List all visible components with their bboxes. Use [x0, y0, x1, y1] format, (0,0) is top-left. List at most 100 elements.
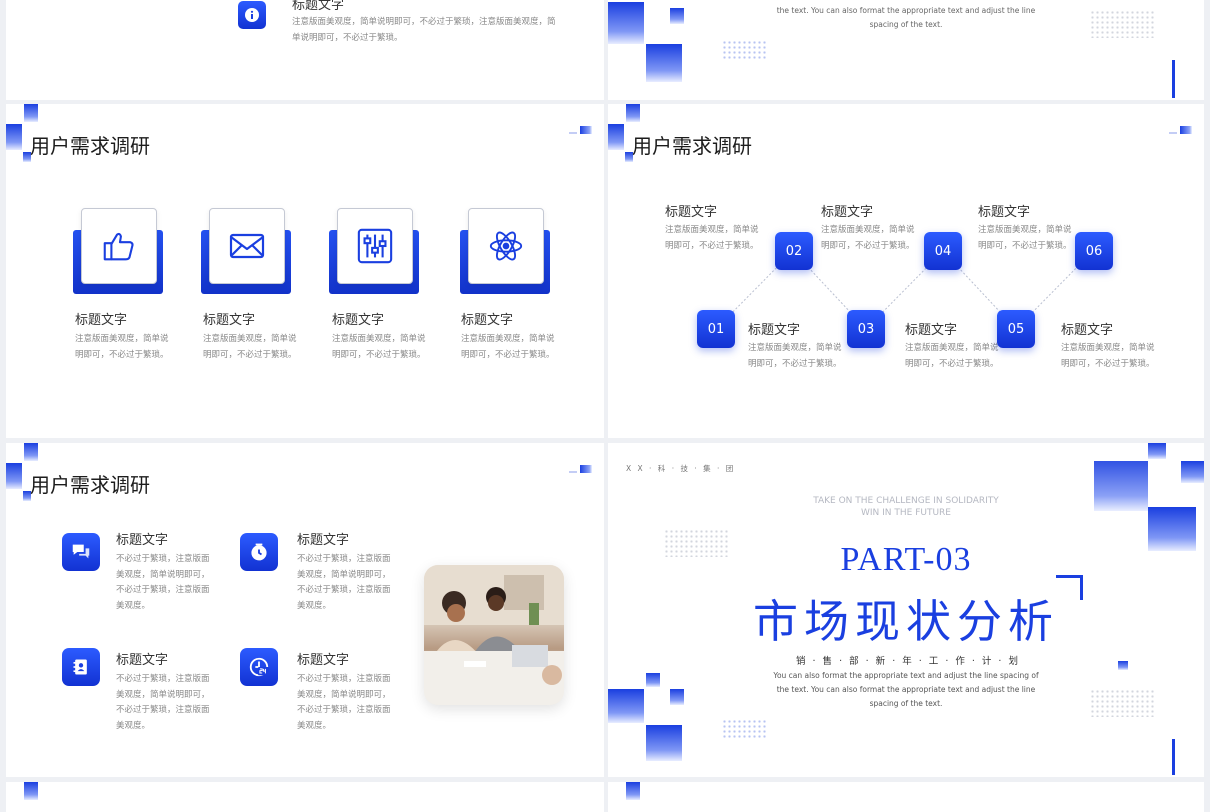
atom-icon [489, 231, 523, 261]
slide-title: 用户需求调研 [30, 134, 150, 158]
item-description: 不必过于繁琐，注意版面美观度，简单说明即可，不必过于繁琐，注意版面美观度。 [297, 674, 391, 731]
item-description: 注意版面美观度，简单说明即可，不必过于繁琐，注意版面美观度，简单说明即可，不必过… [292, 17, 556, 43]
tagline: TAKE ON THE CHALLENGE IN SOLIDARITY WIN … [788, 495, 1024, 519]
slide-5: 用户需求调研 标题文字 不必过于繁琐，注意版面美观度，简单说明即可，不必过于繁琐… [6, 443, 604, 777]
card-icon-tile [468, 208, 544, 284]
icon-box [240, 533, 278, 571]
decor-dash [569, 471, 577, 473]
contact-book-icon [73, 659, 87, 675]
card-icon-tile [209, 208, 285, 284]
decor-square [646, 725, 682, 761]
slide-2: the text. You can also format the approp… [608, 0, 1204, 100]
decor-bar [1172, 60, 1175, 98]
team-meeting-photo [424, 565, 564, 705]
card-title: 标题文字 [75, 313, 128, 328]
decor-square [1094, 461, 1148, 511]
english-description: the text. You can also format the approp… [758, 4, 1054, 32]
item-description: 不必过于繁琐，注意版面美观度，简单说明即可，不必过于繁琐，注意版面美观度。 [116, 674, 210, 731]
step-number-02: 02 [775, 232, 813, 270]
step-number-04: 04 [924, 232, 962, 270]
description-line: the text. You can also format the approp… [776, 6, 1036, 15]
card-description: 注意版面美观度，简单说明即可，不必过于繁琐。 [461, 334, 555, 360]
feature-card [201, 208, 291, 294]
part-label: PART-03 [840, 541, 972, 578]
item-title: 标题文字 [297, 533, 350, 548]
card-title: 标题文字 [461, 313, 514, 328]
item-title: 标题文字 [116, 653, 169, 668]
decor-dots [722, 719, 768, 739]
connector-lines [715, 250, 1094, 330]
description-line: spacing of the text. [869, 20, 943, 29]
icon-box [62, 648, 100, 686]
step-title: 标题文字 [665, 205, 718, 220]
description-line: the text. You can also format the approp… [776, 685, 1036, 694]
decor-square [1181, 461, 1204, 483]
decor-dots [722, 40, 768, 60]
decor-square [608, 689, 644, 723]
card-title: 标题文字 [332, 313, 385, 328]
decor-square [670, 689, 684, 705]
decor-square [1148, 443, 1166, 459]
chat-bubbles-icon [72, 544, 90, 559]
slide-7 [6, 782, 604, 812]
item-title: 标题文字 [292, 0, 345, 13]
step-title: 标题文字 [905, 323, 958, 338]
section-heading: 市场现状分析 [752, 595, 1059, 648]
decor-square [24, 104, 38, 122]
step-description: 注意版面美观度，简单说明即可，不必过于繁琐。 [665, 225, 759, 251]
slide-1: 标题文字 注意版面美观度，简单说明即可，不必过于繁琐，注意版面美观度，简单说明即… [6, 0, 604, 100]
step-description: 注意版面美观度，简单说明即可，不必过于繁琐。 [748, 343, 842, 369]
slide-8 [608, 782, 1204, 812]
decor-square [646, 44, 682, 82]
mail-icon [229, 233, 265, 259]
description-line: You can also format the appropriate text… [773, 671, 1039, 680]
decor-bar [1172, 739, 1175, 775]
step-number-03: 03 [847, 310, 885, 348]
card-description: 注意版面美观度，简单说明即可，不必过于繁琐。 [75, 334, 169, 360]
step-description: 注意版面美观度，简单说明即可，不必过于繁琐。 [1061, 343, 1155, 369]
decor-square [1148, 507, 1196, 551]
decor-square [24, 782, 38, 800]
step-description: 注意版面美观度，简单说明即可，不必过于繁琐。 [978, 225, 1072, 251]
thumbs-up-icon [103, 232, 134, 261]
feature-card [329, 208, 419, 294]
step-title: 标题文字 [821, 205, 874, 220]
slide-4: 用户需求调研 标题文字 注意版面美观度，简单说明即可，不必过于繁琐。 02 标题… [608, 104, 1204, 438]
step-title: 标题文字 [748, 323, 801, 338]
decor-square [646, 673, 660, 687]
card-description: 注意版面美观度，简单说明即可，不必过于繁琐。 [203, 334, 297, 360]
feature-card [460, 208, 550, 294]
info-icon-box [238, 1, 266, 29]
slide-title: 用户需求调研 [30, 473, 150, 497]
decor-square [670, 8, 684, 24]
company-name: X X · 科 · 技 · 集 · 团 [626, 464, 736, 473]
decor-square [6, 463, 22, 489]
decor-dots [1090, 10, 1156, 38]
icon-box [62, 533, 100, 571]
step-title: 标题文字 [1061, 323, 1114, 338]
decor-square [626, 782, 640, 800]
step-title: 标题文字 [978, 205, 1031, 220]
item-title: 标题文字 [116, 533, 169, 548]
clock-icon [251, 543, 267, 561]
feature-card [73, 208, 163, 294]
decor-dash [569, 132, 577, 134]
slide-3: 用户需求调研 标题文字 注意版面美观度，简单说明即可，不必过于繁琐。 标题文字 … [6, 104, 604, 438]
step-description: 注意版面美观度，简单说明即可，不必过于繁琐。 [905, 343, 999, 369]
description-line: spacing of the text. [869, 699, 943, 708]
photo-illustration [424, 565, 564, 705]
step-description: 注意版面美观度，简单说明即可，不必过于繁琐。 [821, 225, 915, 251]
tagline-line: WIN IN THE FUTURE [861, 508, 951, 518]
decor-square [6, 124, 22, 150]
step-number-06: 06 [1075, 232, 1113, 270]
card-title: 标题文字 [203, 313, 256, 328]
card-icon-tile [81, 208, 157, 284]
sliders-icon [357, 228, 393, 264]
item-title: 标题文字 [297, 653, 350, 668]
slide-6: X X · 科 · 技 · 集 · 团 TAKE ON THE CHALLENG… [608, 443, 1204, 777]
tagline-line: TAKE ON THE CHALLENGE IN SOLIDARITY [813, 496, 999, 506]
decor-square [580, 465, 592, 473]
decor-square [1118, 661, 1128, 670]
icon-box [240, 648, 278, 686]
step-number-01: 01 [697, 310, 735, 348]
